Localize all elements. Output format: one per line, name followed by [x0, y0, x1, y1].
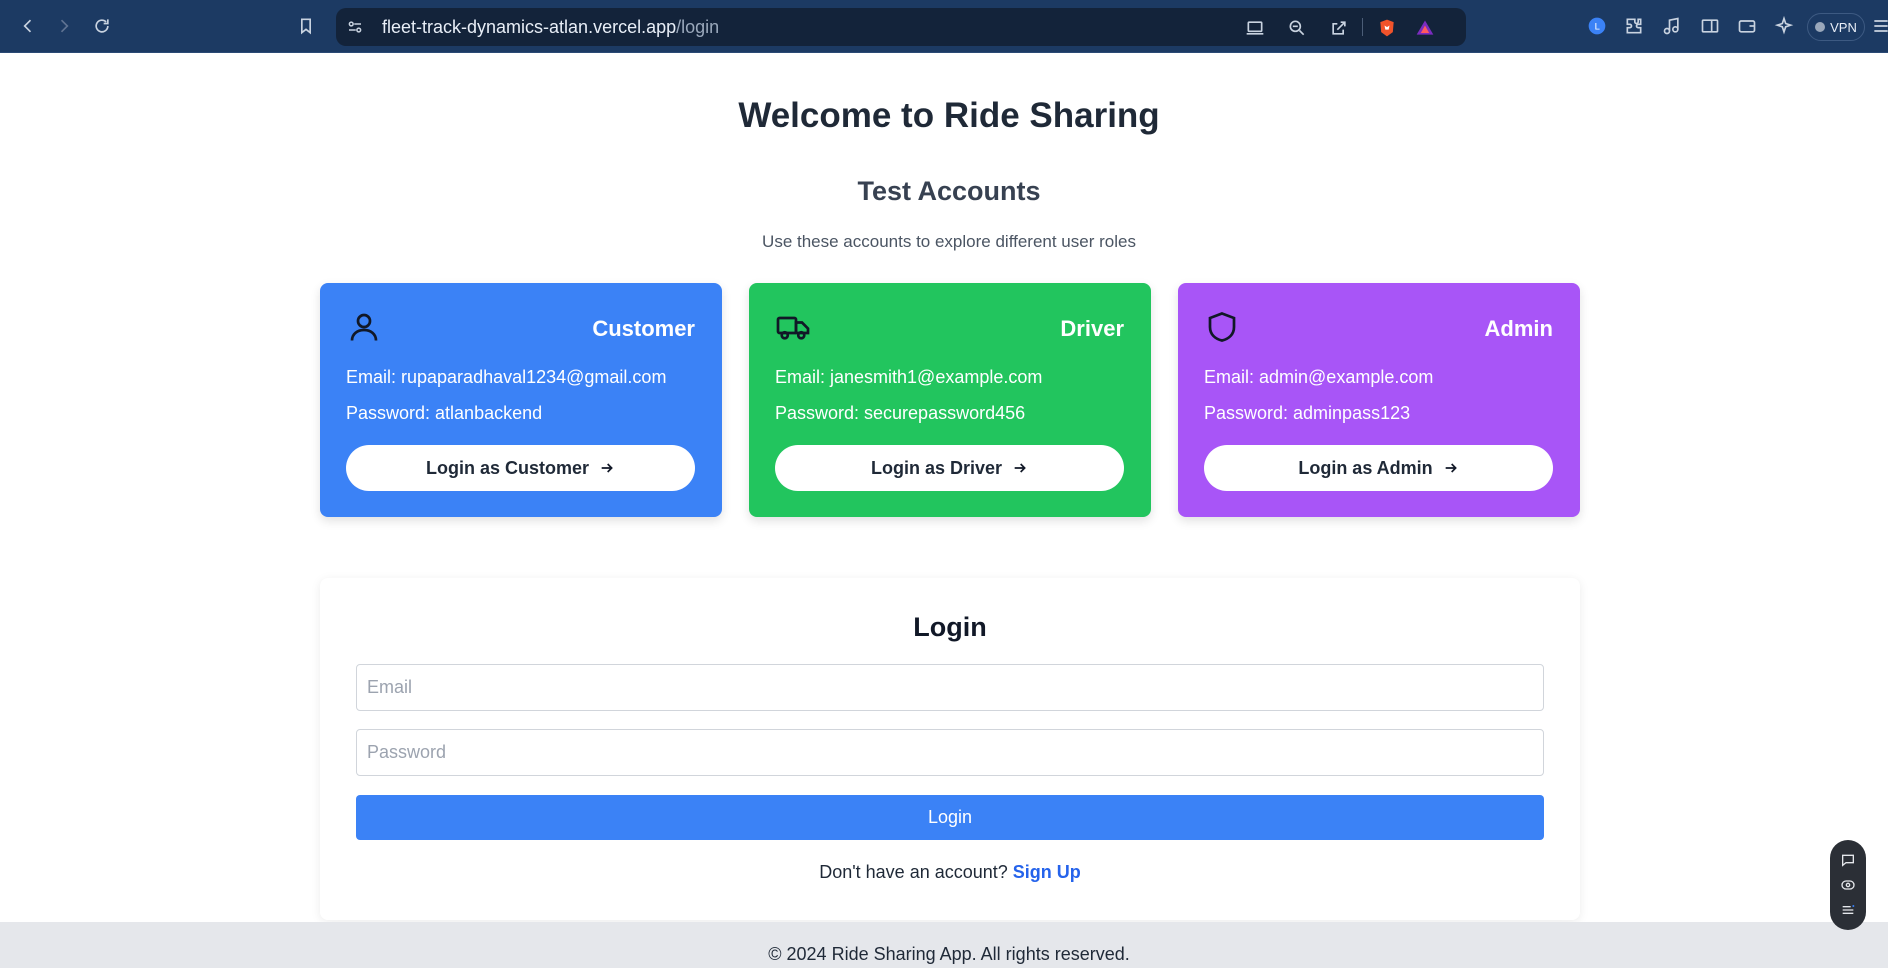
driver-account-card: Driver Email: janesmith1@example.com Pas… [749, 283, 1151, 517]
reload-icon[interactable] [90, 14, 114, 38]
account-email: Email: janesmith1@example.com [775, 367, 1043, 387]
shield-icon [1204, 309, 1240, 345]
list-icon[interactable] [1840, 902, 1856, 918]
account-email: Email: admin@example.com [1204, 367, 1434, 387]
vpn-label: VPN [1830, 19, 1857, 35]
copyright-text: © 2024 Ride Sharing App. All rights rese… [768, 944, 1130, 964]
account-password: Password: atlanbackend [346, 403, 543, 423]
account-password: Password: adminpass123 [1204, 403, 1411, 423]
wallet-icon[interactable] [1736, 15, 1758, 37]
email-field[interactable] [356, 664, 1544, 711]
chat-icon[interactable] [1840, 852, 1856, 868]
login-submit-button[interactable]: Login [356, 795, 1544, 840]
login-as-driver-button[interactable]: Login as Driver [775, 445, 1124, 491]
arrow-right-icon [1014, 463, 1026, 473]
button-label: Login as Customer [425, 457, 590, 478]
arrow-right-icon [601, 463, 613, 473]
forward-icon[interactable] [52, 14, 76, 38]
account-password: Password: securepassword456 [775, 403, 1026, 423]
svg-text:L: L [1594, 21, 1600, 32]
leo-ai-icon[interactable] [1773, 15, 1795, 37]
password-field[interactable] [356, 729, 1544, 776]
vpn-status-icon [1815, 22, 1826, 32]
login-as-admin-button[interactable]: Login as Admin [1204, 445, 1553, 491]
extensions-puzzle-icon[interactable] [1623, 15, 1645, 37]
vpn-button[interactable]: VPN [1807, 13, 1865, 41]
back-icon[interactable] [16, 14, 40, 38]
footer: © 2024 Ride Sharing App. All rights rese… [0, 922, 1888, 968]
role-name: Customer [592, 316, 695, 341]
role-name: Driver [1060, 316, 1124, 341]
page-title: Welcome to Ride Sharing [738, 96, 1160, 135]
browser-toolbar: fleet-track-dynamics-atlan.vercel.app/lo… [0, 0, 1888, 53]
login-title: Login [913, 612, 987, 642]
login-form-card: Login Login Don't have an account? Sign … [320, 578, 1580, 920]
menu-icon[interactable] [1870, 15, 1888, 37]
sidebar-toggle-icon[interactable] [1699, 15, 1721, 37]
role-name: Admin [1484, 316, 1553, 341]
toolbar-divider [1362, 18, 1363, 36]
bookmark-icon[interactable] [294, 14, 318, 38]
truck-icon [775, 309, 811, 345]
brave-shield-icon[interactable] [1376, 17, 1398, 39]
signup-prompt-row: Don't have an account? Sign Up [320, 862, 1580, 883]
share-icon[interactable] [1328, 17, 1350, 39]
url-text: fleet-track-dynamics-atlan.vercel.app/lo… [382, 17, 720, 37]
account-email: Email: rupaparadhaval1234@gmail.com [346, 367, 667, 387]
cast-icon[interactable] [1244, 17, 1266, 39]
arrow-right-icon [1445, 463, 1457, 473]
test-accounts-title: Test Accounts [857, 176, 1041, 206]
address-bar[interactable]: fleet-track-dynamics-atlan.vercel.app/lo… [336, 8, 1466, 46]
admin-account-card: Admin Email: admin@example.com Password:… [1178, 283, 1580, 517]
extension-badge-icon[interactable]: L [1586, 15, 1608, 37]
floating-tools-widget [1830, 840, 1866, 930]
signup-prompt: Don't have an account? [819, 862, 1008, 882]
music-note-icon[interactable] [1661, 15, 1683, 37]
user-icon [346, 309, 382, 345]
test-accounts-subtitle: Use these accounts to explore different … [762, 232, 1136, 251]
zoom-icon[interactable] [1286, 17, 1308, 39]
sign-up-link[interactable]: Sign Up [1013, 862, 1081, 882]
customer-account-card: Customer Email: rupaparadhaval1234@gmail… [320, 283, 722, 517]
button-label: Login as Driver [870, 457, 1003, 478]
view-icon[interactable] [1840, 877, 1856, 893]
login-as-customer-button[interactable]: Login as Customer [346, 445, 695, 491]
brave-rewards-icon[interactable] [1414, 17, 1436, 39]
button-label: Login as Admin [1298, 457, 1433, 478]
site-settings-icon[interactable] [346, 18, 364, 36]
